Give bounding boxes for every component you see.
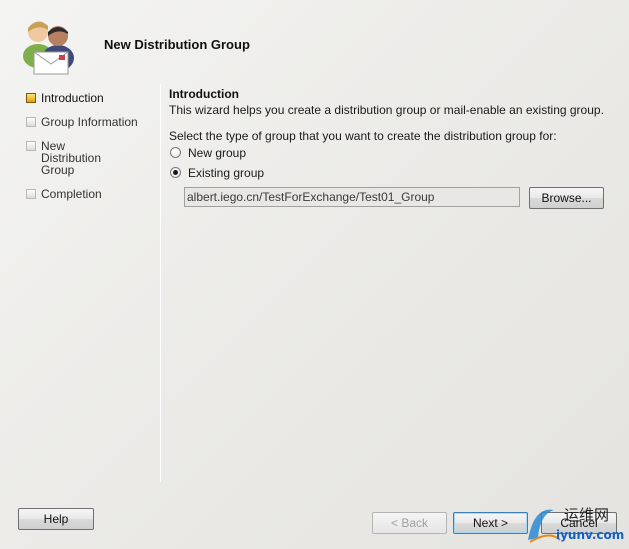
step-pending-icon [26, 141, 36, 151]
panel-divider [160, 84, 161, 482]
step-pending-icon [26, 189, 36, 199]
section-description: This wizard helps you create a distribut… [169, 103, 604, 117]
step-label: Group Information [41, 115, 138, 129]
radio-button-icon[interactable] [170, 147, 181, 158]
wizard-steps: Introduction Group Information New Distr… [24, 92, 156, 212]
step-label: New Distribution Group [41, 139, 102, 177]
cancel-button[interactable]: Cancel [541, 512, 617, 534]
section-title: Introduction [169, 87, 239, 101]
radio-label[interactable]: Existing group [188, 166, 264, 180]
browse-button[interactable]: Browse... [529, 187, 604, 209]
wizard-title: New Distribution Group [104, 37, 250, 52]
radio-label[interactable]: New group [188, 146, 246, 160]
step-completion: Completion [24, 188, 156, 200]
group-type-prompt: Select the type of group that you want t… [169, 129, 557, 143]
step-new-distribution-group: New Distribution Group [24, 140, 124, 176]
step-introduction: Introduction [24, 92, 156, 104]
distribution-group-icon [23, 21, 74, 75]
radio-new-group[interactable]: New group [169, 143, 619, 163]
radio-existing-group[interactable]: Existing group [169, 163, 619, 183]
wizard-content: Introduction This wizard helps you creat… [169, 87, 619, 209]
step-label: Introduction [41, 91, 104, 105]
help-button[interactable]: Help [18, 508, 94, 530]
step-pending-icon [26, 117, 36, 127]
existing-group-path-field[interactable]: albert.iego.cn/TestForExchange/Test01_Gr… [184, 187, 520, 207]
step-group-information: Group Information [24, 116, 156, 128]
next-button[interactable]: Next > [453, 512, 528, 534]
wizard-header: New Distribution Group [0, 0, 629, 82]
step-label: Completion [41, 187, 102, 201]
step-active-icon [26, 93, 36, 103]
radio-button-checked-icon[interactable] [170, 167, 181, 178]
back-button[interactable]: < Back [372, 512, 447, 534]
